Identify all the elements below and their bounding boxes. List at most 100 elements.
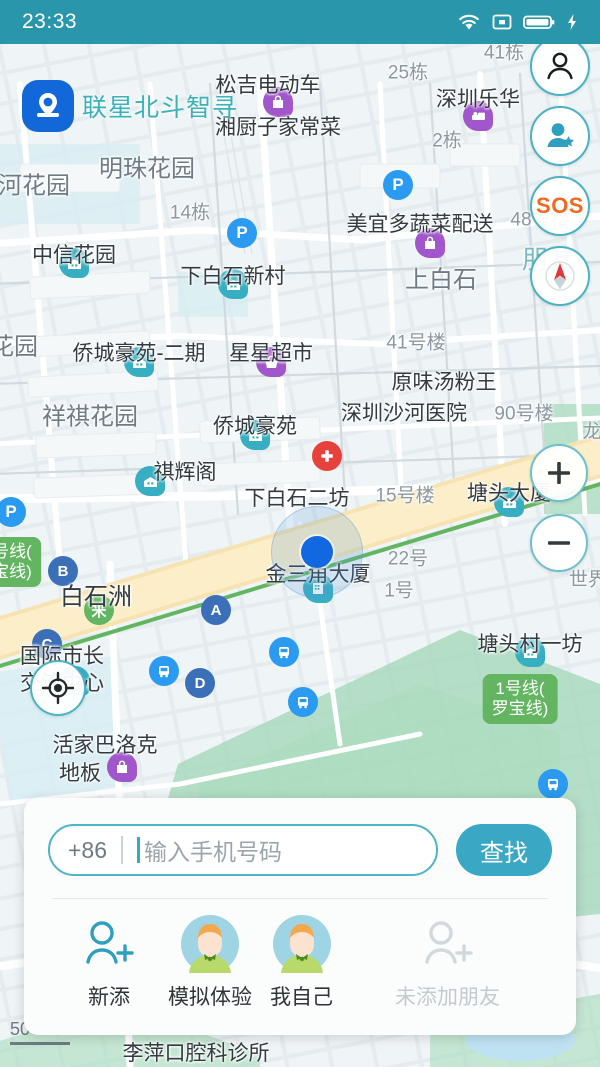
add-new-contact[interactable]: 新添 — [80, 915, 138, 1011]
exit-badge-icon: D — [185, 668, 215, 698]
poi-hospital-shahe[interactable] — [312, 441, 342, 471]
map-label: 下白石新村 — [181, 260, 286, 290]
sos-button[interactable]: SOS — [530, 176, 590, 236]
poi-parking-2[interactable]: P — [227, 218, 257, 248]
phone-input-placeholder: 输入手机号码 — [144, 833, 282, 867]
metro-line-badge-left: 号线( 宝线) — [0, 537, 41, 587]
map-side-button-group: SOS — [530, 36, 590, 306]
hospital-cross-icon — [312, 441, 342, 471]
status-time: 23:33 — [22, 10, 77, 34]
poi-bus-stop-3[interactable] — [288, 687, 318, 717]
map-label: 祺辉阁 — [154, 456, 217, 486]
map-label: 25栋 — [388, 58, 428, 85]
map-label: 花园 — [0, 327, 38, 362]
no-friends-placeholder: 未添加朋友 — [395, 915, 500, 1011]
map-label: 中信花园 — [32, 239, 116, 269]
app-root: 23:33 — [0, 0, 600, 1067]
locate-me-button[interactable] — [30, 660, 86, 716]
map-label: 15号楼 — [375, 481, 434, 508]
scale-line — [10, 1042, 70, 1045]
brand-name: 联星北斗智寻 — [82, 88, 238, 124]
map-label: 原味汤粉王 — [392, 366, 497, 396]
search-button[interactable]: 查找 — [456, 824, 552, 876]
pin-glyph-icon — [31, 89, 65, 123]
charging-bolt-icon — [566, 13, 578, 31]
contacts-row: 新添 模拟体验 — [48, 899, 552, 1025]
exit-badge-icon: A — [201, 595, 231, 625]
status-bar: 23:33 — [0, 0, 600, 44]
minus-icon — [544, 528, 574, 558]
metro-exit-d[interactable]: D — [185, 668, 215, 698]
plus-icon — [544, 458, 574, 488]
contact-label: 模拟体验 — [168, 981, 252, 1011]
bus-icon — [149, 656, 179, 686]
crosshair-target-icon — [40, 670, 76, 706]
screenshot-icon — [492, 13, 512, 31]
map-label: 塘头村一坊 — [478, 628, 583, 658]
map-label: 明珠花园 — [99, 149, 195, 184]
parking-icon: P — [227, 218, 257, 248]
add-person-icon — [80, 915, 138, 973]
map-label: 41号楼 — [386, 328, 445, 355]
zoom-out-button[interactable] — [530, 514, 588, 572]
zoom-in-button[interactable] — [530, 444, 588, 502]
bus-icon — [538, 769, 568, 799]
bus-icon — [269, 637, 299, 667]
map-label: 90号楼 — [494, 399, 553, 426]
person-outline-icon — [543, 49, 577, 83]
simulation-contact[interactable]: 模拟体验 — [168, 915, 252, 1011]
map-label: 41栋 — [484, 44, 524, 65]
profile-button[interactable] — [530, 36, 590, 96]
map-label: 美宜多蔬菜配送 — [347, 208, 494, 238]
compass-needle-icon — [540, 256, 580, 296]
field-divider — [121, 836, 123, 864]
brand-logo[interactable]: 联星北斗智寻 — [22, 80, 238, 132]
poi-bus-stop-4[interactable] — [538, 769, 568, 799]
blue-dot-icon — [301, 536, 333, 568]
metro-line-badge-right: 1号线( 罗宝线) — [483, 674, 558, 724]
avatar — [273, 915, 331, 973]
map-label: 李萍口腔科诊所 — [123, 1037, 270, 1067]
myself-contact[interactable]: 我自己 — [270, 915, 333, 1011]
location-pin-logo — [22, 80, 74, 132]
map-label: 深圳沙河医院 — [341, 397, 467, 427]
compass-button[interactable] — [530, 246, 590, 306]
map-label: 侨城豪苑-二期 — [73, 337, 206, 367]
map-label: 14栋 — [170, 198, 210, 225]
map-label: 地板 — [59, 757, 101, 787]
wifi-icon — [457, 13, 481, 31]
avatar — [181, 915, 239, 973]
map-label: 上白石 — [405, 260, 477, 295]
map-label: 2栋 — [432, 126, 462, 153]
search-panel: +86 输入手机号码 查找 新添 — [24, 798, 576, 1035]
metro-exit-a[interactable]: A — [201, 595, 231, 625]
friends-button[interactable] — [530, 106, 590, 166]
status-icon-group — [457, 13, 578, 31]
map-label: 下白石二坊 — [245, 482, 350, 512]
battery-icon — [523, 13, 555, 31]
map-label: 祥祺花园 — [42, 397, 138, 432]
person-star-icon — [543, 120, 577, 152]
zoom-button-group — [530, 444, 588, 572]
text-caret — [137, 837, 140, 863]
poi-bus-stop-2[interactable] — [149, 656, 179, 686]
contact-label: 未添加朋友 — [395, 981, 500, 1011]
poi-parking-3[interactable]: P — [0, 497, 26, 527]
poi-parking-1[interactable]: P — [383, 170, 413, 200]
country-code: +86 — [68, 837, 107, 864]
map-label: 侨城豪苑 — [213, 410, 297, 440]
map-label: 1号 — [384, 576, 414, 603]
add-person-icon — [419, 915, 477, 973]
map-label: 天河花园 — [0, 166, 70, 201]
bus-icon — [288, 687, 318, 717]
parking-icon: P — [0, 497, 26, 527]
sos-label: SOS — [536, 193, 584, 219]
map-label: 龙 — [582, 417, 600, 444]
map-label: 星星超市 — [229, 337, 313, 367]
poi-bus-stop-1[interactable] — [269, 637, 299, 667]
parking-icon: P — [383, 170, 413, 200]
phone-search-row: +86 输入手机号码 查找 — [48, 824, 552, 876]
contact-label: 我自己 — [270, 981, 333, 1011]
phone-input-field[interactable]: +86 输入手机号码 — [48, 824, 438, 876]
map-label: 深圳乐华 — [436, 83, 520, 113]
